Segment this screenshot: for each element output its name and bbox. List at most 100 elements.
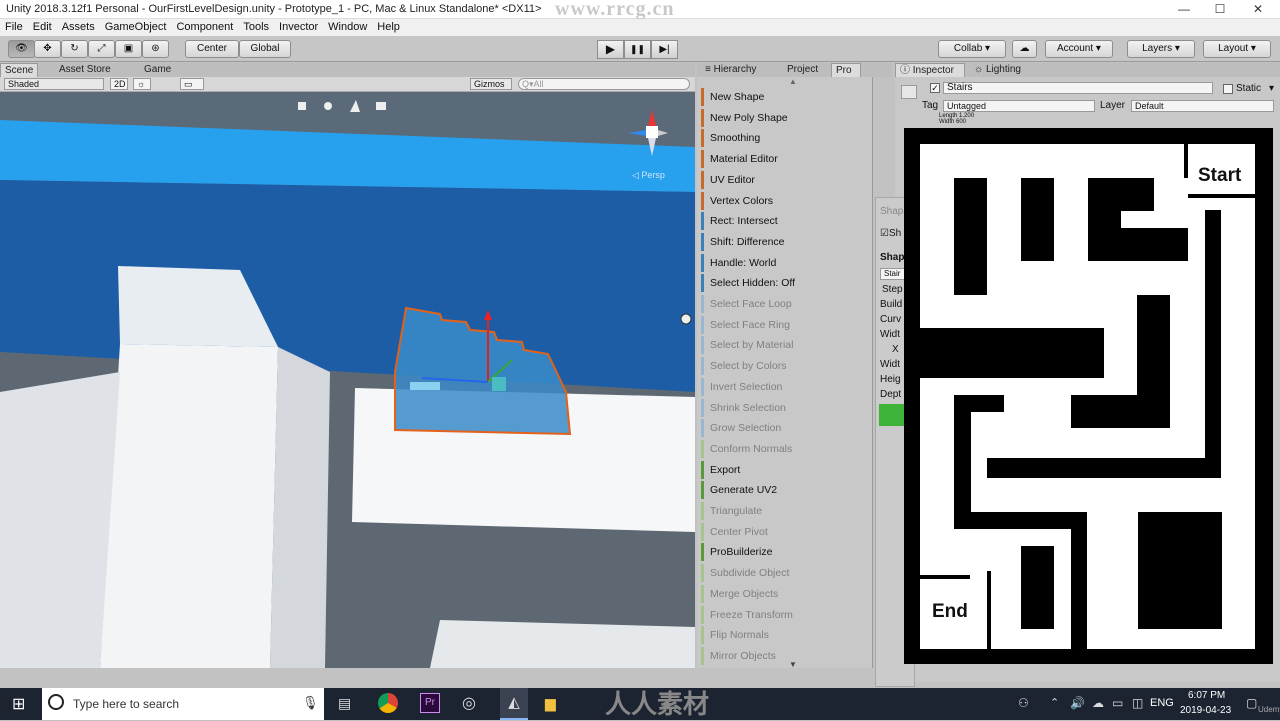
probuilder-action[interactable]: Select by Colors	[701, 357, 861, 376]
pivot-center-button[interactable]: Center	[185, 40, 239, 58]
probuilder-action[interactable]: Handle: World	[701, 253, 861, 272]
probuilder-action[interactable]: ProBuilderize	[701, 543, 861, 562]
collab-button[interactable]: Collab ▾	[938, 40, 1006, 58]
static-dropdown-icon[interactable]: ▾	[1269, 83, 1274, 94]
probuilder-action[interactable]: Select Hidden: Off	[701, 274, 861, 293]
lighting-toggle[interactable]: ☼	[133, 78, 151, 90]
probuilder-action[interactable]: Flip Normals	[701, 626, 861, 645]
menu-file[interactable]: File	[0, 19, 28, 33]
rotate-tool-button[interactable]: ↻	[61, 40, 88, 58]
menu-help[interactable]: Help	[372, 19, 405, 33]
probuilder-action[interactable]: Shift: Difference	[701, 232, 861, 251]
play-button[interactable]: ▶	[597, 40, 624, 59]
unity-hub-icon[interactable]: ◎	[462, 693, 476, 713]
people-icon[interactable]: ⚇	[1018, 696, 1029, 710]
menu-window[interactable]: Window	[323, 19, 372, 33]
tab-scene[interactable]: Scene	[0, 63, 38, 77]
menu-assets[interactable]: Assets	[57, 19, 100, 33]
cloud-button[interactable]: ☁	[1012, 40, 1037, 58]
object-name-value: Stairs	[947, 82, 973, 93]
pause-button[interactable]: ❚❚	[624, 40, 651, 59]
probuilder-action[interactable]: Freeze Transform	[701, 605, 861, 624]
probuilder-action[interactable]: Shrink Selection	[701, 398, 861, 417]
2d-toggle[interactable]: 2D	[110, 78, 128, 90]
task-view-icon[interactable]: ▤	[338, 695, 351, 712]
hand-tool-button[interactable]: 👁	[8, 40, 35, 58]
chrome-icon[interactable]	[378, 693, 398, 713]
probuilder-action[interactable]: Rect: Intersect	[701, 212, 861, 231]
tab-probuilder[interactable]: Pro	[831, 63, 861, 77]
unity-editor-icon[interactable]: ◭	[500, 688, 528, 720]
taskbar-search-box[interactable]: Type here to search 🎙	[42, 688, 324, 720]
probuilder-action[interactable]: Center Pivot	[701, 522, 861, 541]
windows-start-icon[interactable]: ⊞	[12, 694, 25, 714]
global-space-button[interactable]: Global	[239, 40, 291, 58]
menu-component[interactable]: Component	[171, 19, 238, 33]
active-checkbox[interactable]: ✓	[930, 83, 940, 93]
clock-time[interactable]: 6:07 PM	[1188, 690, 1225, 701]
file-explorer-icon[interactable]: ▆	[545, 695, 556, 712]
cloud-sync-icon[interactable]: ☁	[1092, 696, 1104, 710]
volume-icon[interactable]: 🔊	[1070, 696, 1085, 710]
notification-icon[interactable]: ▢	[1246, 696, 1257, 710]
gizmos-dropdown[interactable]: Gizmos ▾	[470, 78, 512, 99]
scroll-up-icon[interactable]: ▲	[789, 77, 797, 86]
object-name-field[interactable]: Stairs	[943, 82, 1213, 94]
transform-tool-button[interactable]: ⊛	[142, 40, 169, 58]
probuilder-action[interactable]: Merge Objects	[701, 584, 861, 603]
chevron-up-icon[interactable]: ⌃	[1050, 696, 1059, 709]
effects-toggle[interactable]: ▭	[180, 78, 204, 90]
scene-viewport[interactable]: ◁ Persp	[0, 92, 695, 668]
tab-inspector[interactable]: ⓘ Inspector	[895, 63, 965, 77]
probuilder-action[interactable]: Select Face Loop	[701, 295, 861, 313]
probuilder-action[interactable]: Export	[701, 460, 861, 479]
probuilder-action[interactable]: Conform Normals	[701, 439, 861, 458]
move-tool-button[interactable]: ✥	[34, 40, 61, 58]
menu-invector[interactable]: Invector	[274, 19, 323, 33]
menu-tools[interactable]: Tools	[238, 19, 274, 33]
probuilder-action[interactable]: Select by Material	[701, 336, 861, 355]
premiere-icon[interactable]: Pr	[420, 693, 440, 713]
menu-gameobject[interactable]: GameObject	[100, 19, 172, 33]
probuilder-action[interactable]: Invert Selection	[701, 377, 861, 396]
network-icon[interactable]: ◫	[1132, 696, 1143, 710]
probuilder-action[interactable]: Mirror Objects	[701, 646, 861, 665]
close-button[interactable]: ✕	[1240, 0, 1276, 19]
probuilder-action[interactable]: Grow Selection	[701, 419, 861, 438]
shape-check-label[interactable]: ☑Sh	[880, 228, 901, 239]
step-button[interactable]: ▶|	[651, 40, 678, 59]
probuilder-action[interactable]: UV Editor	[701, 170, 861, 189]
maximize-button[interactable]: ☐	[1202, 0, 1238, 19]
probuilder-action[interactable]: Generate UV2	[701, 481, 861, 500]
tab-game[interactable]: Game	[140, 63, 175, 77]
account-button[interactable]: Account ▾	[1045, 40, 1113, 58]
rect-tool-button[interactable]: ▣	[115, 40, 142, 58]
tab-lighting[interactable]: ☼ Lighting	[970, 63, 1025, 77]
layout-button[interactable]: Layout ▾	[1203, 40, 1271, 58]
probuilder-action[interactable]: Smoothing	[701, 129, 861, 148]
layer-dropdown[interactable]: Default	[1131, 100, 1274, 112]
probuilder-action[interactable]: New Poly Shape	[701, 108, 861, 127]
tag-dropdown[interactable]: Untagged	[943, 100, 1095, 112]
tab-project[interactable]: Project	[783, 63, 822, 77]
probuilder-action[interactable]: Vertex Colors	[701, 191, 861, 210]
tab-hierarchy[interactable]: ≡ Hierarchy	[701, 63, 760, 77]
clock-date[interactable]: 2019-04-23	[1180, 705, 1231, 716]
probuilder-action[interactable]: Triangulate	[701, 502, 861, 520]
battery-icon[interactable]: ▭	[1112, 696, 1123, 710]
probuilder-action[interactable]: New Shape	[701, 88, 861, 106]
scene-search-input[interactable]: Q▾All	[518, 78, 690, 90]
menu-edit[interactable]: Edit	[28, 19, 57, 33]
tab-asset-store[interactable]: Asset Store	[55, 63, 115, 77]
probuilder-action[interactable]: Subdivide Object	[701, 564, 861, 583]
probuilder-action[interactable]: Material Editor	[701, 150, 861, 169]
scroll-down-icon[interactable]: ▼	[789, 660, 797, 669]
language-indicator[interactable]: ENG	[1150, 697, 1174, 709]
persp-label[interactable]: ◁ Persp	[632, 170, 665, 181]
shading-mode-dropdown[interactable]: Shaded	[4, 78, 104, 90]
static-checkbox[interactable]	[1223, 84, 1233, 94]
probuilder-action[interactable]: Select Face Ring	[701, 315, 861, 334]
layers-button[interactable]: Layers ▾	[1127, 40, 1195, 58]
minimize-button[interactable]: —	[1166, 0, 1202, 19]
scale-tool-button[interactable]: ⤢	[88, 40, 115, 58]
